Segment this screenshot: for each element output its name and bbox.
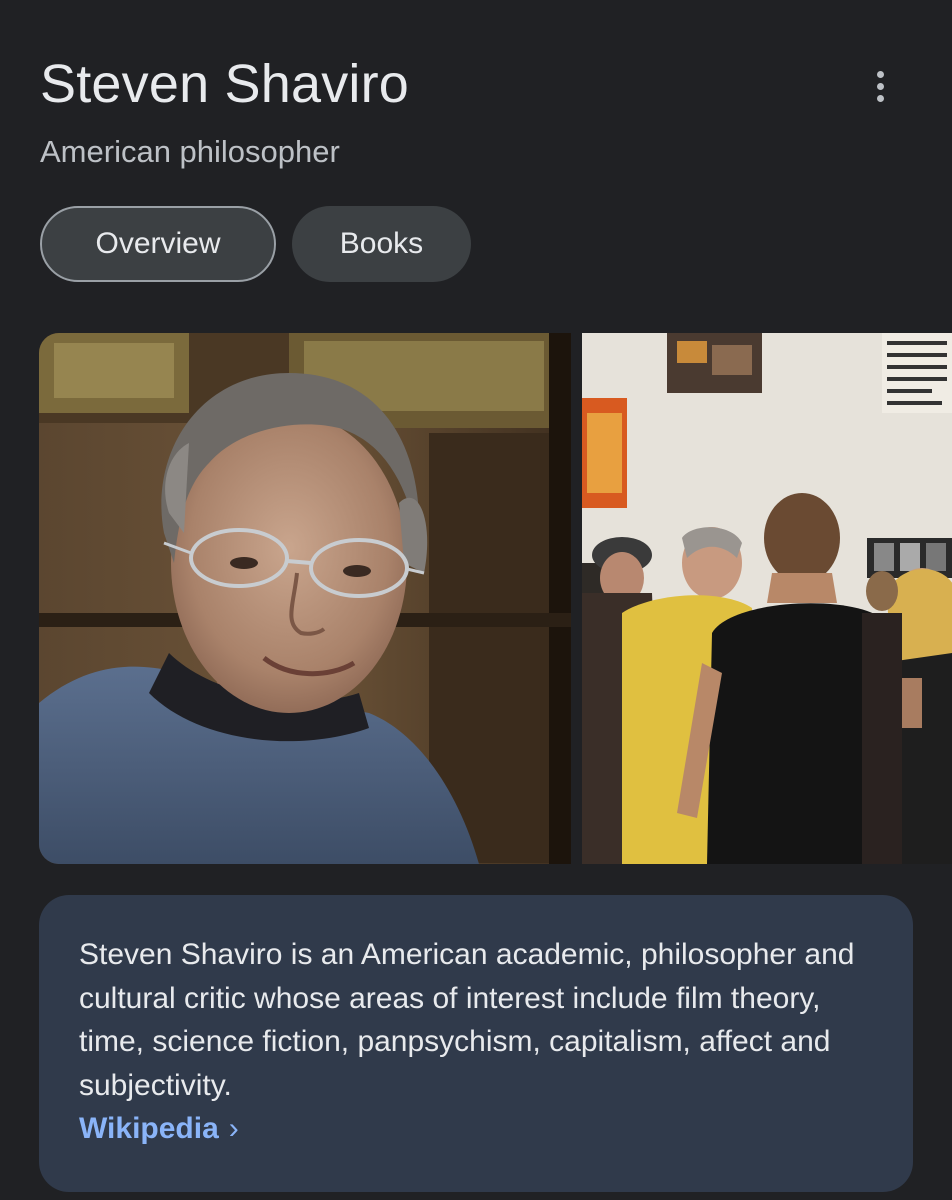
more-options-button[interactable] bbox=[858, 66, 902, 106]
page-title: Steven Shaviro bbox=[40, 54, 410, 114]
description-text: Steven Shaviro is an American academic, … bbox=[79, 938, 855, 1102]
tab-books[interactable]: Books bbox=[292, 206, 471, 282]
chevron-right-icon: › bbox=[228, 1112, 239, 1145]
gallery-event-photo-graphic bbox=[582, 333, 952, 864]
more-vert-icon bbox=[876, 70, 884, 78]
tab-overview[interactable]: Overview bbox=[40, 206, 276, 282]
wikipedia-link[interactable]: Wikipedia › bbox=[79, 1107, 239, 1150]
more-vert-icon-dot bbox=[876, 94, 884, 102]
tab-bar: Overview Books bbox=[40, 206, 471, 282]
description-card: Steven Shaviro is an American academic, … bbox=[39, 895, 913, 1192]
more-vert-icon-dot bbox=[876, 82, 884, 90]
page-subtitle: American philosopher bbox=[40, 134, 340, 169]
portrait-image[interactable] bbox=[39, 333, 571, 864]
gallery-event-image[interactable] bbox=[582, 333, 952, 864]
wikipedia-link-label: Wikipedia bbox=[79, 1112, 219, 1145]
portrait-photo-graphic bbox=[39, 333, 571, 864]
